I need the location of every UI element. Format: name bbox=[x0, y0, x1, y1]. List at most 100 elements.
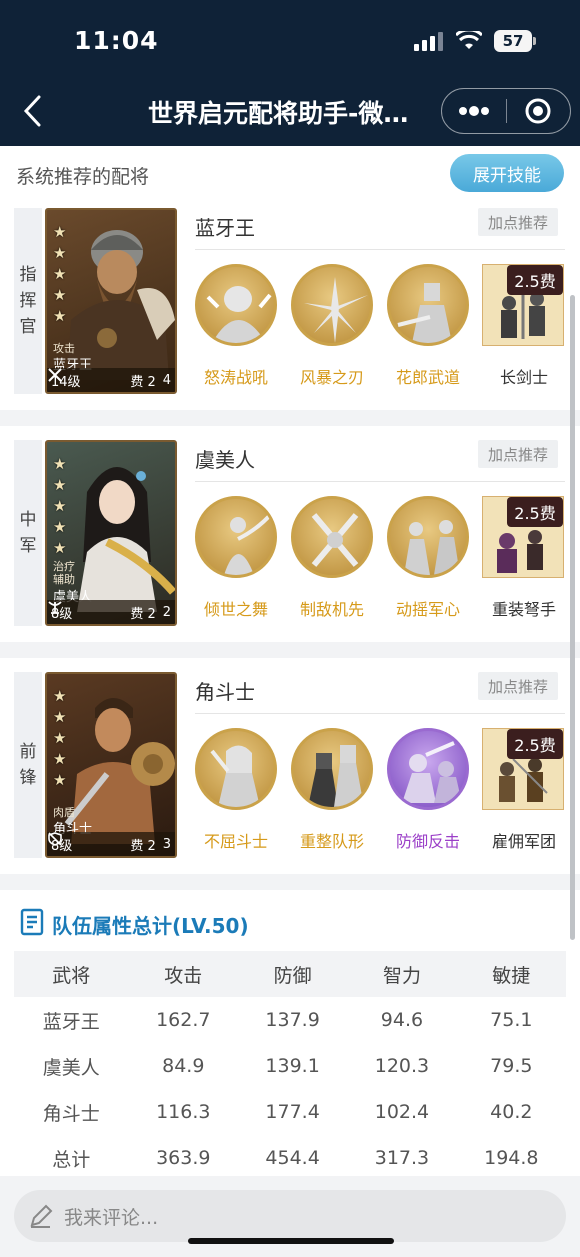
status-time: 11:04 bbox=[74, 26, 159, 55]
troop-fee-badge: 2.5费 bbox=[507, 265, 563, 295]
general-cost: 费 2 bbox=[130, 374, 156, 390]
table-cell: 94.6 bbox=[380, 1009, 424, 1031]
table-row: 虞美人 84.9 139.1 120.3 79.5 bbox=[14, 1043, 566, 1089]
star-icon: ★ bbox=[53, 539, 67, 557]
general-card-gladiator[interactable]: ★ ★ ★ ★ ★ 肉盾 角斗士 8级 费 2 3 bbox=[45, 672, 177, 858]
column-header: 防御 bbox=[237, 951, 348, 997]
star-rating: ★ ★ ★ ★ ★ bbox=[53, 688, 66, 789]
table-header-row: 武将 攻击 防御 智力 敏捷 bbox=[14, 951, 566, 997]
role-char: 前 bbox=[19, 742, 37, 762]
skill-name: 倾世之舞 bbox=[203, 600, 268, 619]
general-name: 蓝牙王 bbox=[195, 216, 255, 240]
section-gap bbox=[0, 642, 580, 658]
skill-icon-hwarang[interactable] bbox=[387, 264, 469, 346]
mini-program-capsule bbox=[441, 88, 571, 134]
table-cell: 虞美人 bbox=[42, 1056, 100, 1079]
table-cell: 120.3 bbox=[374, 1055, 430, 1077]
recommend-points-button[interactable]: 加点推荐 bbox=[478, 208, 558, 236]
status-icons: 57 bbox=[414, 30, 536, 52]
table-cell: 75.1 bbox=[490, 1009, 533, 1031]
skill-icon-nutao[interactable] bbox=[195, 264, 277, 346]
table-cell: 40.2 bbox=[490, 1101, 533, 1123]
signal-icon bbox=[414, 32, 443, 51]
troop-fee-badge: 2.5费 bbox=[507, 497, 563, 527]
table-cell: 139.1 bbox=[265, 1055, 320, 1077]
divider bbox=[195, 713, 565, 714]
recommend-points-button[interactable]: 加点推荐 bbox=[478, 672, 558, 700]
general-name: 虞美人 bbox=[195, 448, 255, 472]
table-row: 角斗士 116.3 177.4 102.4 40.2 bbox=[14, 1089, 566, 1135]
column-header: 敏捷 bbox=[456, 951, 566, 997]
star-icon: ★ bbox=[53, 244, 67, 262]
page-title: 世界启元配将助手-微信小程序 bbox=[148, 99, 432, 128]
role-center-army: 中 军 bbox=[14, 440, 42, 626]
table-cell: 317.3 bbox=[374, 1147, 430, 1169]
table-row: 蓝牙王 162.7 137.9 94.6 75.1 bbox=[14, 997, 566, 1043]
divider bbox=[195, 249, 565, 250]
star-icon: ★ bbox=[53, 497, 67, 515]
more-dots-icon bbox=[458, 106, 489, 116]
divider bbox=[195, 481, 565, 482]
column-header: 武将 bbox=[14, 951, 129, 997]
skill-name: 防御反击 bbox=[395, 832, 460, 851]
star-icon: ★ bbox=[53, 455, 67, 473]
star-icon: ★ bbox=[53, 687, 67, 705]
general-cost: 费 2 bbox=[130, 838, 156, 854]
stats-title: 队伍属性总计(LV.50) bbox=[52, 914, 249, 938]
team-stats-table: 武将 攻击 防御 智力 敏捷 蓝牙王 162.7 137.9 94.6 75.1… bbox=[14, 951, 566, 1176]
troop-longsword[interactable]: 2.5费 bbox=[482, 264, 564, 346]
expand-skills-button[interactable]: 展开技能 bbox=[450, 154, 564, 192]
role-char: 中 bbox=[19, 510, 37, 530]
general-card-bluetooth-king[interactable]: ★ ★ ★ ★ ★ 攻击 蓝牙王 14级 费 2 4 bbox=[45, 208, 177, 394]
back-arrow-icon[interactable] bbox=[22, 94, 44, 128]
skill-name: 花郎武道 bbox=[395, 368, 460, 387]
shield-icon bbox=[48, 832, 62, 846]
skill-icon-storm-blade[interactable] bbox=[291, 264, 373, 346]
general-cost: 费 2 bbox=[130, 606, 156, 622]
comment-bar: 我来评论... bbox=[0, 1176, 580, 1257]
star-icon: ★ bbox=[53, 476, 67, 494]
general-card-yu-meiren[interactable]: ★ ★ ★ ★ ★ 治疗 辅助 虞美人 8级 费 2 2 bbox=[45, 440, 177, 626]
troop-heavy-crossbow[interactable]: 2.5费 bbox=[482, 496, 564, 578]
column-header: 智力 bbox=[347, 951, 457, 997]
recommend-points-button[interactable]: 加点推荐 bbox=[478, 440, 558, 468]
table-cell: 角斗士 bbox=[42, 1102, 100, 1125]
target-close-icon bbox=[525, 98, 551, 124]
table-cell: 总计 bbox=[52, 1148, 91, 1171]
star-icon: ★ bbox=[53, 729, 67, 747]
card-footer: 8级 费 2 3 bbox=[47, 832, 175, 856]
close-button[interactable] bbox=[507, 89, 571, 133]
troop-mercenary-legion[interactable]: 2.5费 bbox=[482, 728, 564, 810]
section-title: 系统推荐的配将 bbox=[16, 166, 150, 188]
skill-icon-first-strike[interactable] bbox=[291, 496, 373, 578]
star-icon: ★ bbox=[53, 750, 67, 768]
star-icon: ★ bbox=[53, 286, 67, 304]
table-cell: 102.4 bbox=[374, 1101, 430, 1123]
skill-name: 怒涛战吼 bbox=[203, 368, 268, 387]
star-icon: ★ bbox=[53, 223, 67, 241]
star-rating: ★ ★ ★ ★ ★ bbox=[53, 456, 66, 557]
card-footer: 8级 费 2 2 bbox=[47, 600, 175, 624]
star-icon: ★ bbox=[53, 518, 67, 536]
column-header: 攻击 bbox=[128, 951, 238, 997]
troop-name: 雇佣军团 bbox=[491, 832, 556, 851]
skill-icon-unyielding-fighter[interactable] bbox=[195, 728, 277, 810]
main-content: 系统推荐的配将 展开技能 指 挥 官 ★ ★ ★ ★ ★ 攻击 蓝牙王 14级 … bbox=[0, 146, 580, 1176]
skill-icon-defensive-counter[interactable] bbox=[387, 728, 469, 810]
scrollbar[interactable] bbox=[570, 295, 575, 940]
role-commander: 指 挥 官 bbox=[14, 208, 42, 394]
skill-icon-regroup[interactable] bbox=[291, 728, 373, 810]
table-cell: 454.4 bbox=[265, 1147, 320, 1169]
home-indicator bbox=[188, 1238, 394, 1244]
table-cell: 蓝牙王 bbox=[42, 1010, 100, 1033]
role-char: 官 bbox=[19, 317, 37, 337]
role-char: 指 bbox=[19, 265, 37, 285]
skill-icon-qingshi-dance[interactable] bbox=[195, 496, 277, 578]
skill-name: 动摇军心 bbox=[395, 600, 460, 619]
role-char: 军 bbox=[19, 536, 37, 556]
weapon-value: 4 bbox=[162, 372, 171, 388]
comment-input[interactable]: 我来评论... bbox=[14, 1190, 566, 1242]
skill-icon-shake-morale[interactable] bbox=[387, 496, 469, 578]
more-button[interactable] bbox=[442, 89, 506, 133]
star-rating: ★ ★ ★ ★ ★ bbox=[53, 224, 66, 325]
